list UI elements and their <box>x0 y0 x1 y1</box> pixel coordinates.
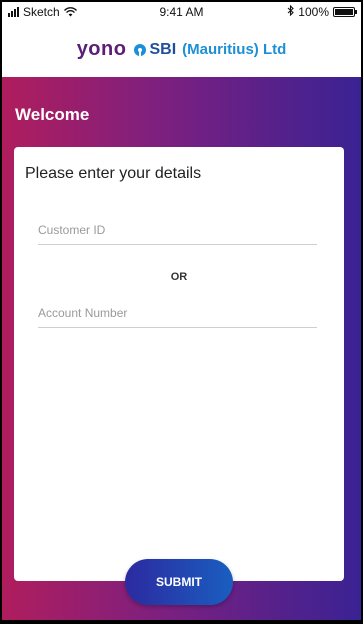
battery-icon <box>333 7 357 17</box>
gradient-background: Welcome Please enter your details OR SUB… <box>2 77 361 620</box>
customer-id-input[interactable] <box>38 218 317 242</box>
app-screen: Sketch 9:41 AM 100% yono SBI (Mauritius)… <box>2 2 361 620</box>
logo-suffix: (Mauritius) Ltd <box>182 41 287 58</box>
submit-button[interactable]: SUBMIT <box>125 559 233 605</box>
account-number-field <box>38 301 317 328</box>
battery-fill <box>335 9 353 15</box>
customer-id-field <box>38 218 317 245</box>
details-card: Please enter your details OR <box>14 147 344 581</box>
account-number-input[interactable] <box>38 301 317 325</box>
welcome-heading: Welcome <box>15 105 90 124</box>
or-separator: OR <box>170 271 188 283</box>
logo-header: yono SBI (Mauritius) Ltd <box>2 22 361 77</box>
status-right: 100% <box>287 4 357 19</box>
sbi-logo-icon <box>134 43 147 56</box>
bluetooth-icon <box>287 4 295 19</box>
logo-yono: yono <box>76 38 127 60</box>
status-bar: Sketch 9:41 AM 100% <box>2 2 361 22</box>
battery-percent: 100% <box>298 5 329 19</box>
logo-sbi: SBI <box>149 40 177 58</box>
form-title: Please enter your details <box>25 165 202 182</box>
